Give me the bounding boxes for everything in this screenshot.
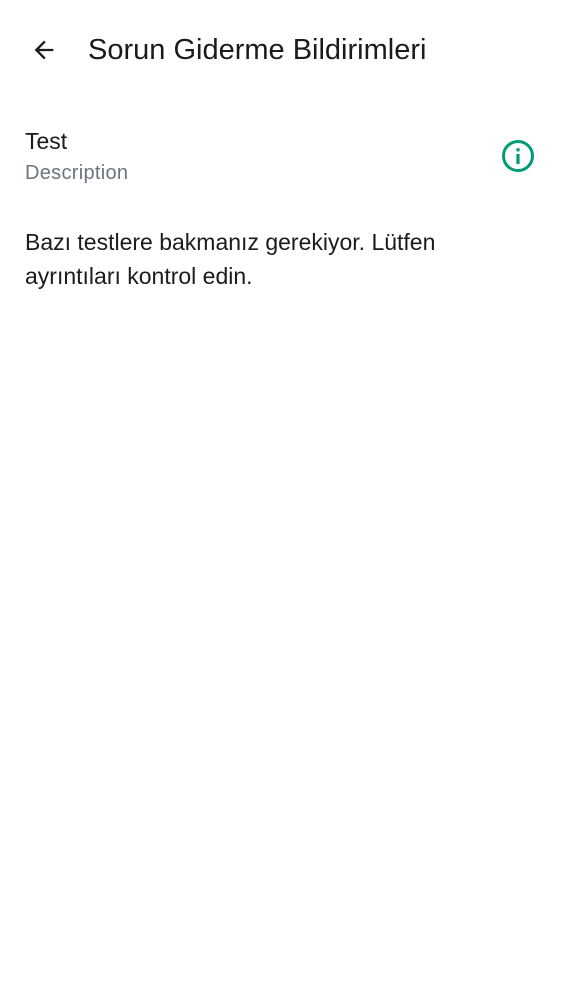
back-button[interactable] (24, 30, 64, 70)
status-message: Bazı testlere bakmanız gerekiyor. Lütfen… (25, 229, 436, 289)
app-bar: Sorun Giderme Bildirimleri (0, 0, 562, 100)
page-title: Sorun Giderme Bildirimleri (88, 34, 427, 66)
info-button[interactable] (498, 136, 538, 176)
info-icon (502, 140, 534, 172)
arrow-back-icon (34, 40, 54, 60)
test-description: Description (25, 162, 129, 184)
test-title: Test (25, 128, 68, 154)
test-list-item[interactable]: Test Description (0, 116, 562, 198)
